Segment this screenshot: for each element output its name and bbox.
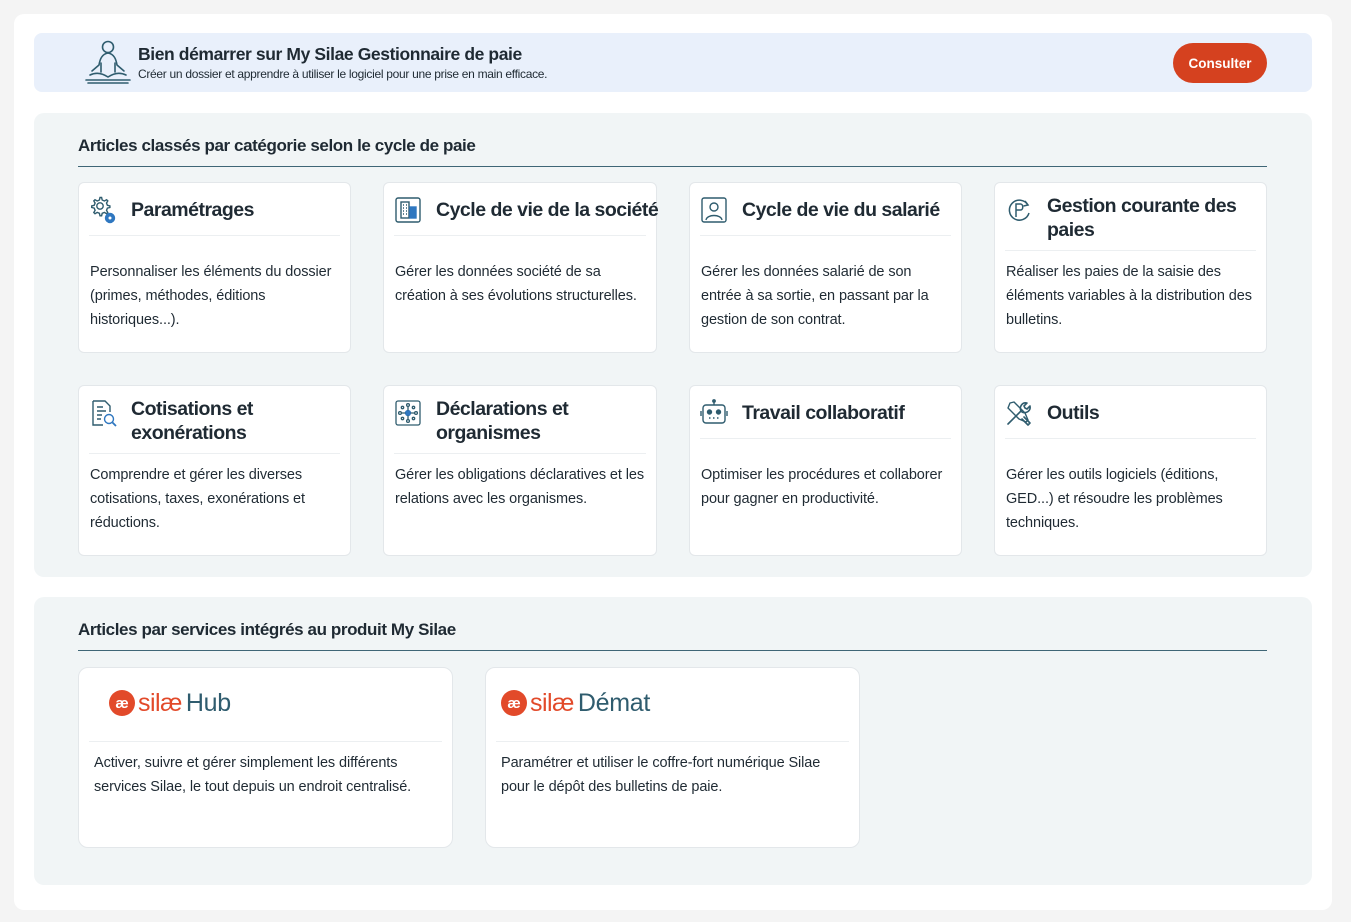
- section-divider: [78, 650, 1267, 651]
- card-description: Paramétrer et utiliser le coffre-fort nu…: [501, 755, 821, 795]
- card-title: Cycle de vie du salarié: [742, 199, 940, 221]
- card-description: Gérer les obligations déclaratives et le…: [395, 467, 644, 507]
- card-title: Outils: [1047, 402, 1100, 424]
- card-title: Déclarations et organismes: [436, 398, 569, 444]
- tools-icon: [1004, 398, 1034, 428]
- card-title: Paramétrages: [131, 199, 255, 221]
- card-description: Personnaliser les éléments du dossier (p…: [90, 264, 332, 328]
- logo-brand-text: silæ: [530, 688, 574, 717]
- logo-product-text: Démat: [577, 688, 650, 717]
- silae-logo-mark: æ: [109, 690, 135, 716]
- logo-product-text: Hub: [185, 688, 231, 717]
- services-section: Articles par services intégrés au produi…: [34, 597, 1312, 885]
- card-description: Gérer les outils logiciels (éditions, GE…: [1006, 467, 1223, 531]
- category-card-salarie[interactable]: Cycle de vie du salarié Gérer les donnée…: [689, 182, 962, 353]
- category-card-gestion-paies[interactable]: Gestion courante des paies Réaliser les …: [994, 182, 1267, 353]
- category-card-declarations[interactable]: Déclarations et organismes Gérer les obl…: [383, 385, 657, 556]
- section-divider: [78, 166, 1267, 167]
- category-card-parametrages[interactable]: Paramétrages Personnaliser les éléments …: [78, 182, 351, 353]
- section-title: Articles par services intégrés au produi…: [78, 620, 456, 639]
- card-divider: [89, 235, 340, 236]
- card-description: Comprendre et gérer les diverses cotisat…: [90, 467, 305, 531]
- silae-demat-logo: æ silæ Démat: [501, 686, 650, 720]
- card-title: Travail collaboratif: [742, 402, 905, 424]
- robot-icon: [699, 398, 729, 428]
- banner-title: Bien démarrer sur My Silae Gestionnaire …: [138, 44, 522, 64]
- card-divider: [496, 741, 849, 742]
- consult-button[interactable]: Consulter: [1173, 43, 1267, 83]
- banner-subtitle: Créer un dossier et apprendre à utiliser…: [138, 67, 548, 81]
- user-badge-icon: [699, 195, 729, 225]
- silae-logo-mark: æ: [501, 690, 527, 716]
- card-divider: [700, 438, 951, 439]
- page-container: Bien démarrer sur My Silae Gestionnaire …: [14, 14, 1332, 910]
- category-card-societe[interactable]: Cycle de vie de la société Gérer les don…: [383, 182, 659, 353]
- card-divider: [394, 235, 646, 236]
- building-icon: [393, 195, 423, 225]
- card-title: Cycle de vie de la société: [436, 199, 659, 221]
- card-divider: [1005, 438, 1256, 439]
- meditation-person-icon: [82, 39, 134, 85]
- card-description: Réaliser les paies de la saisie des élém…: [1006, 264, 1252, 328]
- card-divider: [89, 741, 442, 742]
- card-description: Optimiser les procédures et collaborer p…: [701, 467, 943, 507]
- card-description: Gérer les données salarié de son entrée …: [701, 264, 929, 328]
- categories-section: Articles classés par catégorie selon le …: [34, 113, 1312, 577]
- category-card-outils[interactable]: Outils Gérer les outils logiciels (éditi…: [994, 385, 1267, 556]
- document-search-icon: [88, 398, 118, 428]
- payroll-cycle-icon: [1004, 195, 1034, 225]
- category-card-collaboratif[interactable]: Travail collaboratif Optimiser les procé…: [689, 385, 962, 556]
- card-divider: [394, 453, 646, 454]
- section-title: Articles classés par catégorie selon le …: [78, 136, 476, 155]
- card-title: Gestion courante des paies: [1047, 195, 1237, 241]
- card-title: Cotisations et exonérations: [131, 398, 253, 444]
- card-divider: [1005, 250, 1256, 251]
- service-card-demat[interactable]: æ silæ Démat Paramétrer et utiliser le c…: [485, 667, 860, 848]
- card-description: Activer, suivre et gérer simplement les …: [94, 755, 412, 795]
- gear-icon: [88, 195, 118, 225]
- card-divider: [700, 235, 951, 236]
- category-card-cotisations[interactable]: Cotisations et exonérations Comprendre e…: [78, 385, 351, 556]
- logo-brand-text: silæ: [138, 688, 182, 717]
- card-description: Gérer les données société de sa création…: [395, 264, 637, 304]
- getting-started-banner: Bien démarrer sur My Silae Gestionnaire …: [34, 33, 1312, 92]
- service-card-hub[interactable]: æ silæ Hub Activer, suivre et gérer simp…: [78, 667, 453, 848]
- card-divider: [89, 453, 340, 454]
- silae-hub-logo: æ silæ Hub: [109, 686, 231, 720]
- network-icon: [393, 398, 423, 428]
